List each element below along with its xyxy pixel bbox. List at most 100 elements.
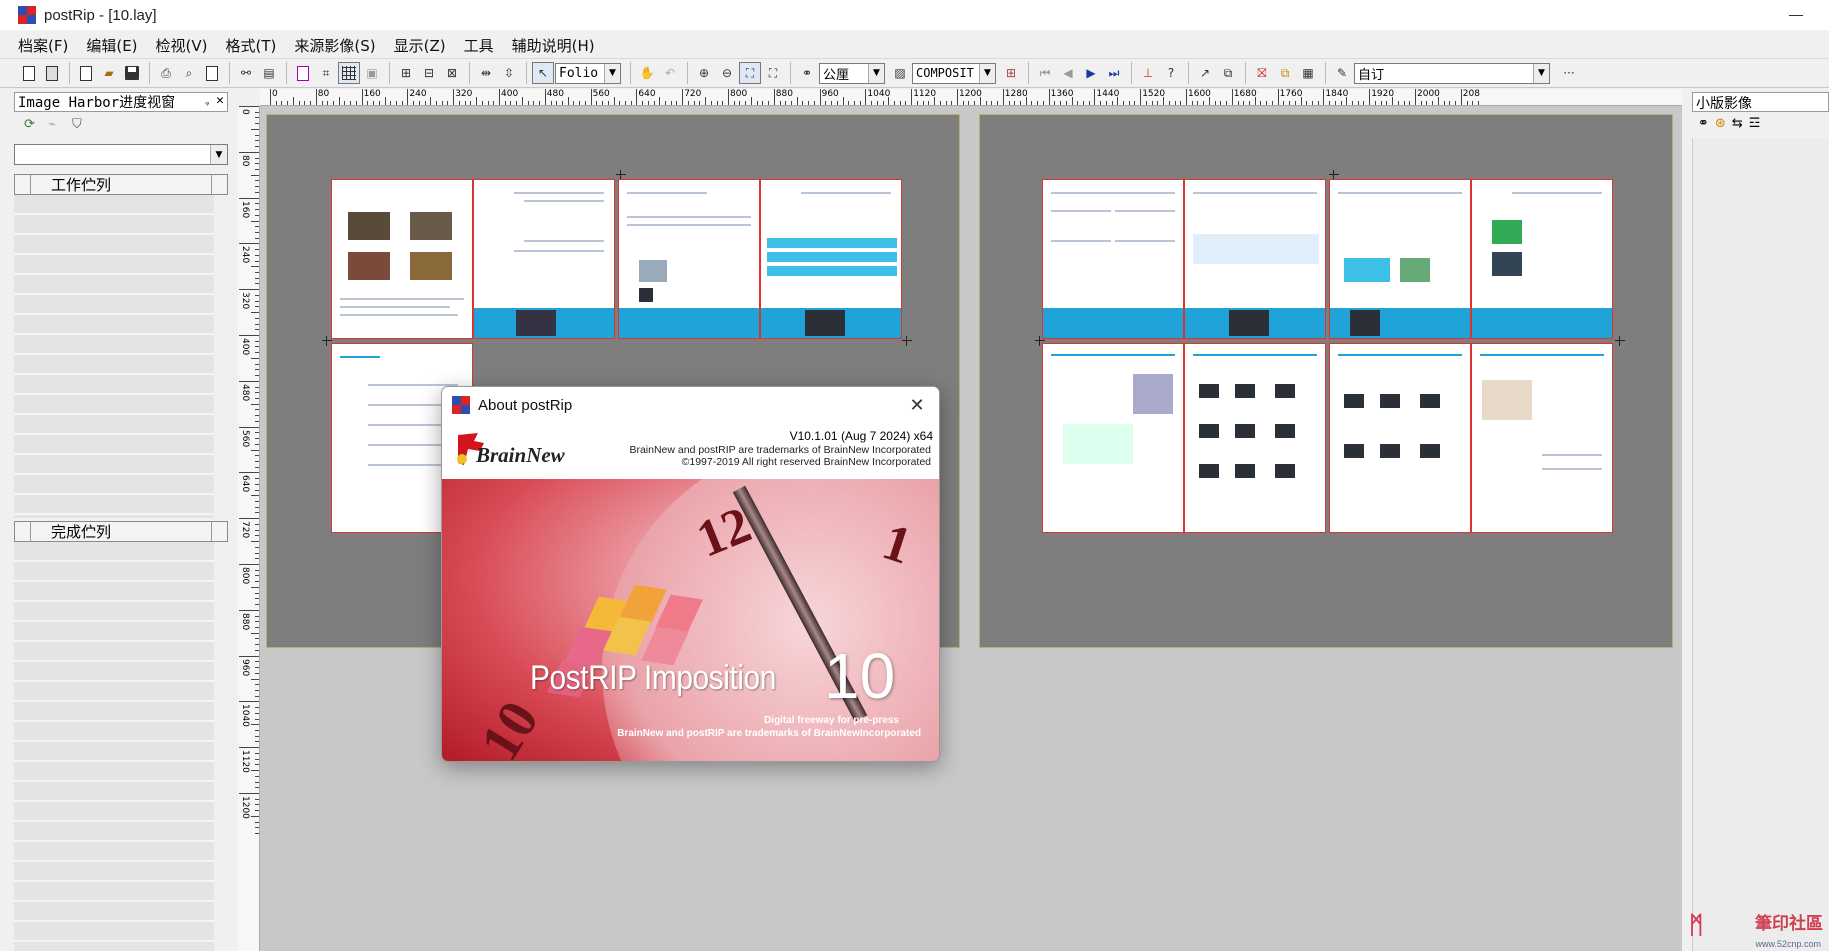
queue-select[interactable]: ▼ xyxy=(14,144,228,165)
copy-mark-icon[interactable]: ⧉ xyxy=(1274,62,1296,84)
custom-size-select[interactable]: 自订 ▼ xyxy=(1354,62,1550,84)
palette-icon[interactable]: ⊛ xyxy=(1715,116,1726,131)
fit-page-icon[interactable]: ⛶ xyxy=(739,62,761,84)
clear-icon[interactable]: ⌁ xyxy=(48,117,66,133)
done-queue-list[interactable] xyxy=(14,542,228,951)
resize-tool-icon[interactable]: ⧉ xyxy=(1217,62,1239,84)
page-icon[interactable] xyxy=(292,62,314,84)
app-icon xyxy=(18,6,36,24)
menu-edit[interactable]: 编辑(E) xyxy=(78,35,145,56)
ruler-tick xyxy=(1449,101,1451,105)
close-icon[interactable]: ✕ xyxy=(216,93,224,108)
align-right-icon[interactable]: ⊠ xyxy=(441,62,463,84)
imposed-page[interactable] xyxy=(1329,179,1471,339)
align-center-icon[interactable]: ⊟ xyxy=(418,62,440,84)
new-file-icon[interactable] xyxy=(75,62,97,84)
refresh-icon[interactable]: ⟳ xyxy=(24,117,42,133)
separation-icon[interactable]: ⊞ xyxy=(1000,62,1022,84)
measure-icon[interactable]: ⚭ xyxy=(1698,116,1709,131)
work-queue-list[interactable] xyxy=(14,195,228,518)
ruler-label: 720 xyxy=(684,89,702,99)
chevron-down-icon[interactable]: ▼ xyxy=(1533,63,1549,83)
unit-select[interactable]: 公厘 ▼ xyxy=(819,62,885,84)
select-pointer-icon[interactable]: ↖ xyxy=(532,62,554,84)
ruler-label: 0 xyxy=(240,109,250,115)
new-layout-icon[interactable] xyxy=(18,62,40,84)
chevron-down-icon[interactable]: ▼ xyxy=(210,145,227,164)
color-bar-icon[interactable]: ⊥ xyxy=(1137,62,1159,84)
grid-icon[interactable] xyxy=(338,62,360,84)
measure-icon[interactable]: ⚭ xyxy=(796,62,818,84)
color-mode-select[interactable]: COMPOSIT ▼ xyxy=(912,62,996,84)
press-sheet-right[interactable] xyxy=(979,114,1673,648)
ruler-tick xyxy=(1186,89,1187,105)
pin-icon[interactable]: ᵩ xyxy=(205,94,209,107)
first-page-icon[interactable]: ⏮ xyxy=(1034,62,1056,84)
ruler-label: 80 xyxy=(240,154,250,167)
ruler-tick xyxy=(373,101,375,105)
toolbar-overflow[interactable]: ··· xyxy=(1558,62,1580,84)
distribute-v-icon[interactable]: ⇳ xyxy=(498,62,520,84)
menu-help[interactable]: 辅助说明(H) xyxy=(504,35,603,56)
menu-format[interactable]: 格式(T) xyxy=(218,35,285,56)
ruler-tick xyxy=(255,730,259,732)
layout-icon[interactable]: ☲ xyxy=(1749,116,1761,131)
calendar-icon[interactable]: ▦ xyxy=(1297,62,1319,84)
menu-tools[interactable]: 工具 xyxy=(456,35,502,56)
template-icon[interactable] xyxy=(41,62,63,84)
swap-icon[interactable]: ⇆ xyxy=(1732,116,1743,131)
imposed-page[interactable] xyxy=(618,179,760,339)
imposed-page[interactable] xyxy=(760,179,902,339)
imposed-page[interactable] xyxy=(331,179,473,339)
crop-icon[interactable]: ⌗ xyxy=(315,62,337,84)
chevron-down-icon[interactable]: ▼ xyxy=(868,63,884,83)
image-icon[interactable]: ▨ xyxy=(889,62,911,84)
context-help-icon[interactable]: ? xyxy=(1160,62,1182,84)
ruler-label: 1680 xyxy=(1233,89,1257,99)
ruler-tick xyxy=(255,667,259,669)
undo-icon[interactable]: ↶ xyxy=(659,62,681,84)
fit-width-icon[interactable]: ⛶ xyxy=(762,62,784,84)
frame-icon[interactable]: ▣ xyxy=(361,62,383,84)
hand-pan-icon[interactable]: ✋ xyxy=(636,62,658,84)
align-left-icon[interactable]: ⊞ xyxy=(395,62,417,84)
zoom-in-icon[interactable]: ⊕ xyxy=(693,62,715,84)
minimize-button[interactable] xyxy=(1785,6,1809,24)
delete-mark-icon[interactable]: ⛝ xyxy=(1251,62,1273,84)
distribute-h-icon[interactable]: ⇹ xyxy=(475,62,497,84)
properties-icon[interactable]: ▤ xyxy=(258,62,280,84)
imposed-page[interactable] xyxy=(1184,179,1326,339)
link-icon[interactable]: ⚯ xyxy=(235,62,257,84)
menu-view[interactable]: 检视(V) xyxy=(148,35,216,56)
print-icon[interactable]: ⎙ xyxy=(155,62,177,84)
chevron-down-icon[interactable]: ▼ xyxy=(979,63,995,83)
last-page-icon[interactable]: ⏭ xyxy=(1103,62,1125,84)
document-icon[interactable] xyxy=(201,62,223,84)
imposed-page[interactable] xyxy=(1042,343,1184,533)
print-preview-icon[interactable]: ⌕ xyxy=(178,62,200,84)
imposed-page[interactable] xyxy=(1184,343,1326,533)
imposed-page[interactable] xyxy=(473,179,615,339)
imposed-page[interactable] xyxy=(1471,343,1613,533)
chevron-down-icon[interactable]: ▼ xyxy=(604,63,620,83)
pen-icon[interactable]: ✎ xyxy=(1331,62,1353,84)
next-page-icon[interactable]: ▶ xyxy=(1080,62,1102,84)
imposed-page[interactable] xyxy=(1471,179,1613,339)
filter-icon[interactable]: ⛉ xyxy=(72,117,90,133)
thumbnail-list[interactable] xyxy=(1692,138,1829,951)
prev-page-icon[interactable]: ◀ xyxy=(1057,62,1079,84)
folio-select[interactable]: Folio ▼ xyxy=(555,62,621,84)
save-icon[interactable] xyxy=(121,62,143,84)
ruler-tick xyxy=(332,101,334,105)
imposed-page[interactable] xyxy=(1329,343,1471,533)
ruler-tick xyxy=(239,701,259,703)
imposed-page[interactable] xyxy=(1042,179,1184,339)
menu-display[interactable]: 显示(Z) xyxy=(386,35,454,56)
mark-tool-icon[interactable]: ↗ xyxy=(1194,62,1216,84)
open-folder-icon[interactable]: ▰ xyxy=(98,62,120,84)
menu-source-image[interactable]: 来源影像(S) xyxy=(286,35,383,56)
zoom-out-icon[interactable]: ⊖ xyxy=(716,62,738,84)
close-icon[interactable]: ✕ xyxy=(907,395,927,416)
menu-file[interactable]: 档案(F) xyxy=(10,35,76,56)
ruler-tick xyxy=(255,168,259,170)
